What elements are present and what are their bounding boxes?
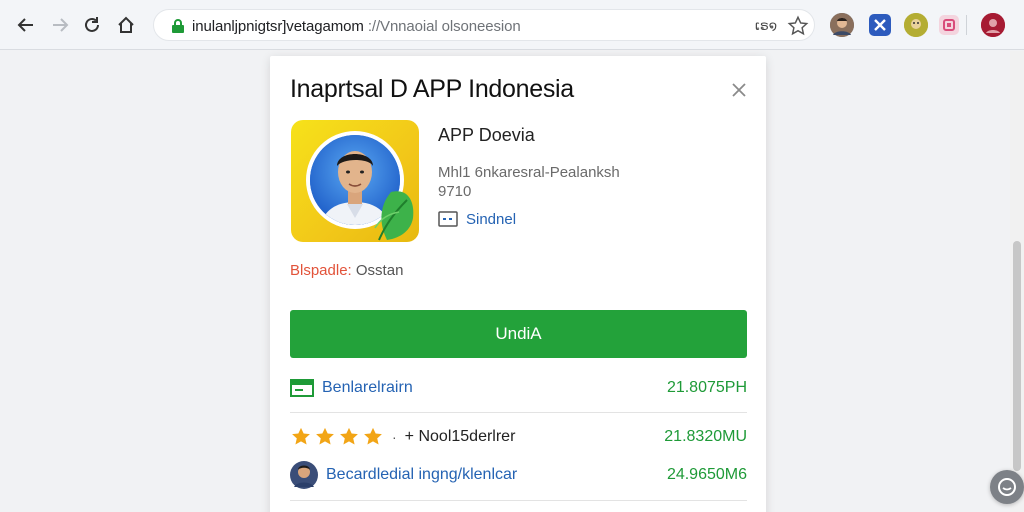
zoom-indicator[interactable]: ເຣ໑	[755, 18, 777, 34]
list-item-name: Becardledial ingng/klenlcar	[326, 466, 518, 483]
toolbar-divider	[966, 15, 967, 35]
install-button[interactable]: UndiA	[290, 310, 747, 358]
divider	[290, 500, 747, 501]
extension-pink[interactable]	[939, 15, 959, 35]
face-icon	[904, 13, 928, 37]
floating-action-button[interactable]	[990, 470, 1024, 504]
extension-avatar-1[interactable]	[830, 13, 854, 37]
forward-button[interactable]	[48, 13, 72, 37]
list-item[interactable]: · + Nool15derlrer 21.8320MU	[290, 418, 747, 456]
star-icon	[292, 427, 310, 445]
status-value: Osstan	[355, 262, 404, 279]
home-button[interactable]	[114, 13, 138, 37]
profile-avatar[interactable]	[981, 13, 1005, 37]
profile-icon	[981, 13, 1005, 37]
install-dialog: Inaprtsal D APP Indonesia APP Doevia Mhl…	[270, 56, 766, 512]
app-icon	[291, 120, 419, 242]
star-rating	[290, 426, 384, 448]
list-item-amount: 21.8075PH	[666, 379, 747, 396]
app-icon-portrait	[306, 131, 414, 241]
page-scrollbar[interactable]	[1010, 51, 1024, 512]
app-developer: Mhl1 6nkaresral-Pealanksh	[438, 164, 620, 181]
dialog-title: Inaprtsal D APP Indonesia	[290, 75, 574, 103]
star-icon	[340, 427, 358, 445]
star-icon	[364, 427, 382, 445]
screen-icon	[438, 211, 458, 227]
card-icon	[290, 379, 314, 397]
list-item-amount: 21.8320MU	[664, 428, 747, 445]
avatar	[290, 461, 318, 489]
lock-icon	[172, 19, 184, 33]
address-bar[interactable]: inulanljpnigtsr]vetagamom ://Vnnaoial ol…	[153, 9, 815, 41]
arrow-left-icon	[17, 18, 33, 32]
reload-icon	[85, 17, 99, 32]
url-text: inulanljpnigtsr]vetagamom ://Vnnaoial ol…	[192, 18, 521, 35]
list-item-name: Benlarelrairn	[322, 379, 413, 396]
app-size: 9710	[438, 183, 472, 200]
scrollbar-thumb[interactable]	[1013, 241, 1021, 471]
avatar-icon	[830, 13, 854, 37]
close-button[interactable]	[728, 79, 750, 101]
chat-bubble-icon	[998, 478, 1016, 496]
status-line: Blspadle: Osstan	[290, 262, 403, 279]
rating-separator: ·	[392, 429, 397, 445]
arrow-right-icon	[53, 18, 69, 32]
close-icon	[732, 83, 746, 97]
extension-avatar-2[interactable]	[904, 13, 928, 37]
app-details-link-label: Sindnel	[466, 210, 517, 228]
list-item-amount: 24.9650M6	[666, 466, 747, 483]
browser-toolbar: inulanljpnigtsr]vetagamom ://Vnnaoial ol…	[0, 0, 1024, 50]
back-button[interactable]	[14, 13, 38, 37]
list-item[interactable]: Benlarelrairn 21.8075PH	[290, 369, 747, 407]
home-icon	[118, 16, 134, 33]
x-extension-icon	[874, 19, 886, 31]
extension-x[interactable]	[869, 14, 891, 36]
reload-button[interactable]	[80, 13, 104, 37]
app-name: APP Doevia	[438, 125, 535, 145]
status-label: Blspadle:	[290, 262, 352, 279]
list-item[interactable]: Becardledial ingng/klenlcar 24.9650M6	[290, 456, 747, 494]
star-icon	[316, 427, 334, 445]
divider	[290, 412, 747, 413]
list-item-name: + Nool15derlrer	[404, 428, 516, 445]
app-details-link[interactable]: Sindnel	[438, 209, 516, 229]
bookmark-star-icon[interactable]	[787, 15, 809, 37]
pink-square-icon	[943, 19, 955, 31]
